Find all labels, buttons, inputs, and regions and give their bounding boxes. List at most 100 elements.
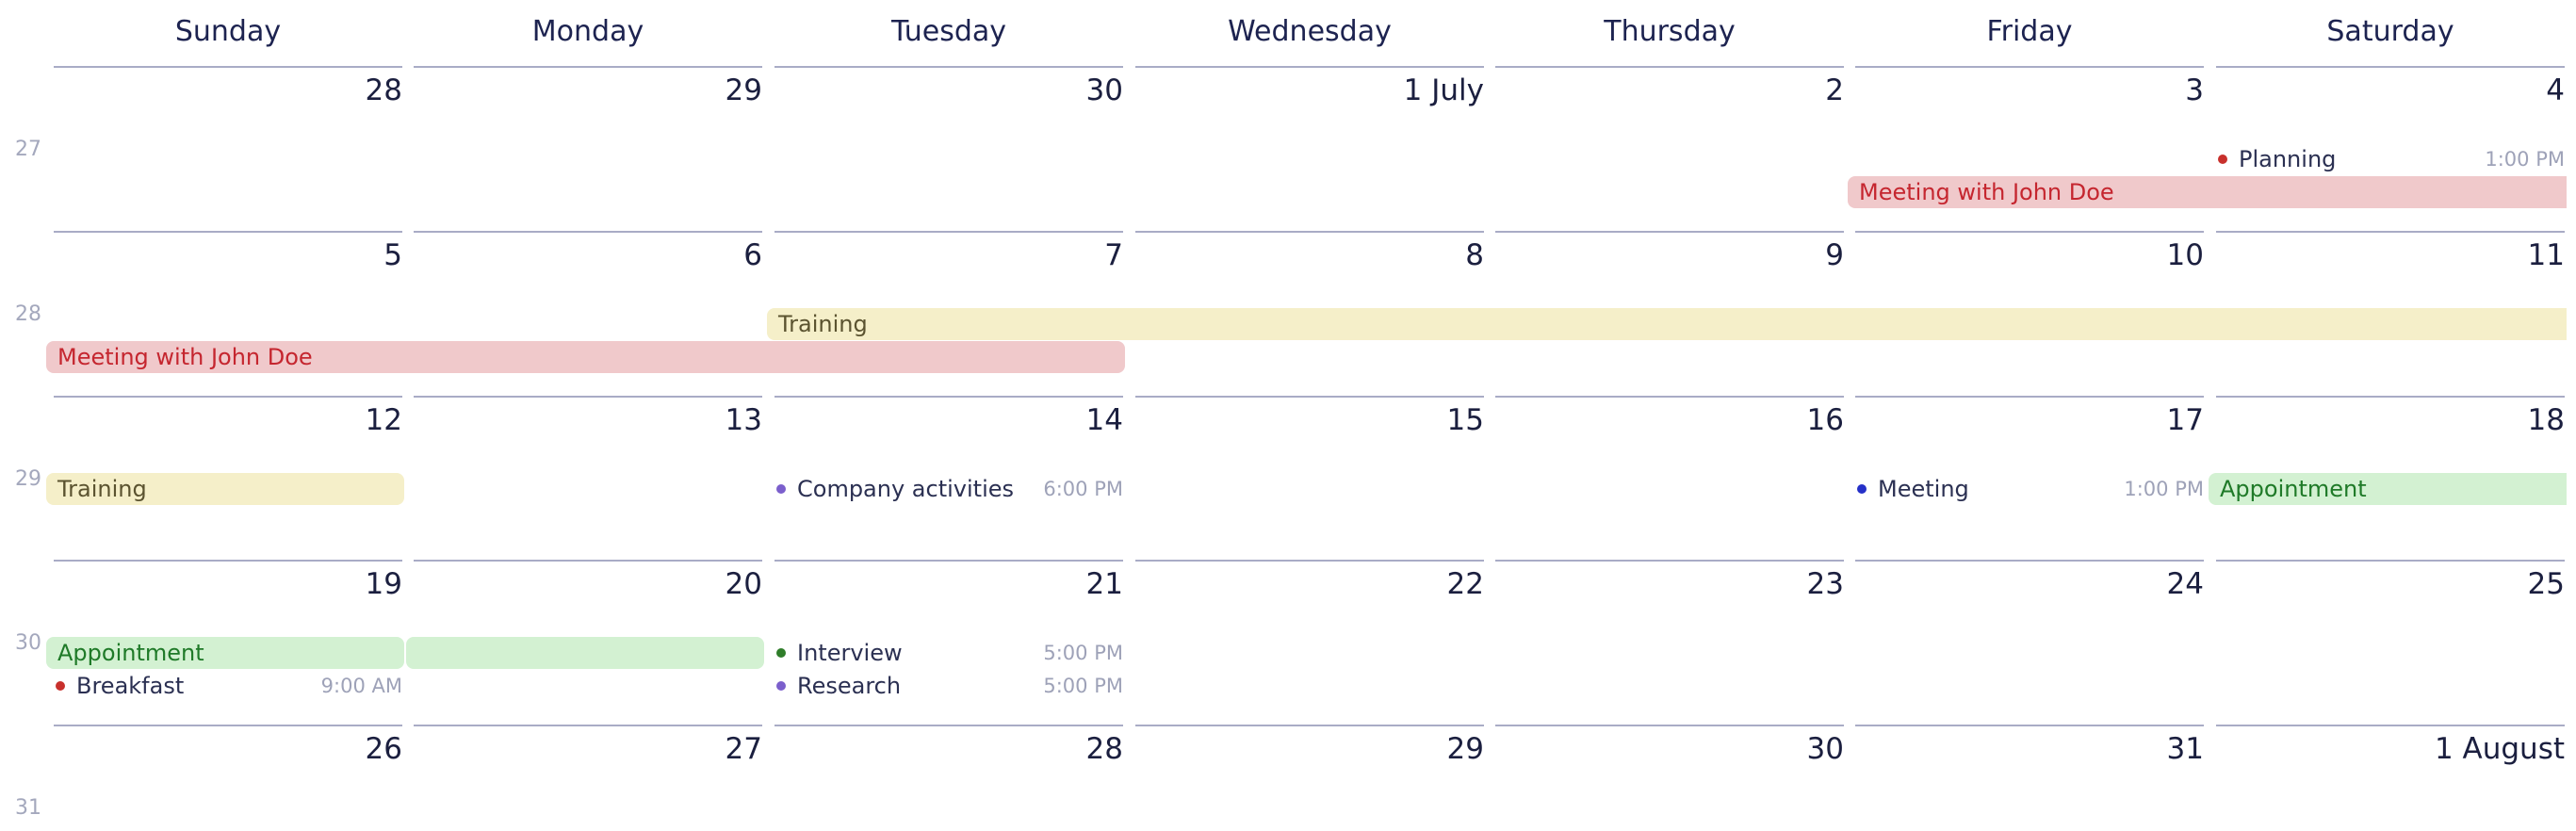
event-item[interactable]: Research 5:00 PM — [774, 670, 1123, 702]
day-cell-divider — [2216, 725, 2565, 726]
day-cell-divider — [1855, 66, 2204, 68]
week-number[interactable]: 31 — [15, 796, 41, 820]
date-number[interactable]: 10 — [1855, 238, 2204, 272]
date-number[interactable]: 23 — [1495, 567, 1844, 601]
week-number[interactable]: 30 — [15, 631, 41, 655]
day-cell-divider — [54, 725, 402, 726]
date-number[interactable]: 19 — [54, 567, 402, 601]
day-cell-divider — [1855, 725, 2204, 726]
event-title: Meeting — [1878, 476, 1969, 502]
date-number[interactable]: 8 — [1135, 238, 1484, 272]
date-number[interactable]: 20 — [414, 567, 762, 601]
date-number[interactable]: 26 — [54, 732, 402, 766]
date-number[interactable]: 3 — [1855, 73, 2204, 107]
date-number[interactable]: 1 July — [1135, 73, 1484, 107]
date-number[interactable]: 17 — [1855, 403, 2204, 437]
day-cell-divider — [774, 560, 1123, 562]
day-cell-divider — [414, 66, 762, 68]
event-bar[interactable]: Meeting with John Doe — [46, 341, 1125, 373]
day-cell-divider — [2216, 396, 2565, 398]
event-time: 5:00 PM — [1043, 642, 1123, 664]
event-title: Research — [797, 673, 902, 699]
event-title: Planning — [2239, 146, 2337, 172]
date-number[interactable]: 16 — [1495, 403, 1844, 437]
event-item[interactable]: Breakfast 9:00 AM — [54, 670, 402, 702]
date-number[interactable]: 13 — [414, 403, 762, 437]
week-number[interactable]: 27 — [15, 138, 41, 161]
event-dot-icon — [56, 681, 65, 691]
date-number[interactable]: 18 — [2216, 403, 2565, 437]
event-title: Breakfast — [76, 673, 185, 699]
event-bar[interactable] — [406, 637, 764, 669]
date-number[interactable]: 12 — [54, 403, 402, 437]
day-cell-divider — [774, 725, 1123, 726]
weekday-header-wednesday: Wednesday — [1228, 15, 1392, 48]
day-cell-divider — [774, 396, 1123, 398]
event-dot-icon — [776, 681, 786, 691]
day-cell-divider — [1855, 396, 2204, 398]
date-number[interactable]: 25 — [2216, 567, 2565, 601]
event-bar[interactable]: Training — [767, 308, 2567, 340]
date-number[interactable]: 30 — [774, 73, 1123, 107]
day-cell-divider — [1135, 66, 1484, 68]
date-number[interactable]: 31 — [1855, 732, 2204, 766]
date-number[interactable]: 21 — [774, 567, 1123, 601]
event-title: Company activities — [797, 476, 1015, 502]
day-cell-divider — [1495, 231, 1844, 233]
day-cell-divider — [774, 231, 1123, 233]
weekday-header-sunday: Sunday — [174, 15, 282, 48]
event-bar[interactable]: Appointment — [2209, 473, 2567, 505]
date-number[interactable]: 6 — [414, 238, 762, 272]
day-cell-divider — [414, 725, 762, 726]
date-number[interactable]: 15 — [1135, 403, 1484, 437]
date-number[interactable]: 9 — [1495, 238, 1844, 272]
day-cell-divider — [1855, 231, 2204, 233]
calendar-month-view: Sunday Monday Tuesday Wednesday Thursday Frid… — [0, 0, 2576, 831]
day-cell-divider — [54, 560, 402, 562]
event-item[interactable]: Planning 1:00 PM — [2216, 143, 2565, 175]
weekday-header-thursday: Thursday — [1604, 15, 1736, 48]
week-number[interactable]: 29 — [15, 467, 41, 491]
day-cell-divider — [54, 66, 402, 68]
date-number[interactable]: 5 — [54, 238, 402, 272]
weekday-header-tuesday: Tuesday — [890, 15, 1007, 48]
event-dot-icon — [2218, 155, 2227, 164]
weekday-header-friday: Friday — [1986, 15, 2073, 48]
event-bar[interactable]: Training — [46, 473, 404, 505]
date-number[interactable]: 30 — [1495, 732, 1844, 766]
day-cell-divider — [1495, 560, 1844, 562]
day-cell-divider — [1495, 725, 1844, 726]
date-number[interactable]: 29 — [414, 73, 762, 107]
event-item[interactable]: Meeting 1:00 PM — [1855, 473, 2204, 505]
event-bar[interactable]: Meeting with John Doe — [1848, 176, 2567, 208]
day-cell-divider — [1855, 560, 2204, 562]
day-cell-divider — [1135, 231, 1484, 233]
day-cell-divider — [1495, 396, 1844, 398]
date-number[interactable]: 24 — [1855, 567, 2204, 601]
date-number[interactable]: 2 — [1495, 73, 1844, 107]
week-number[interactable]: 28 — [15, 302, 41, 326]
event-bar[interactable]: Appointment — [46, 637, 404, 669]
day-cell-divider — [1495, 66, 1844, 68]
event-time: 1:00 PM — [2485, 148, 2565, 171]
date-number[interactable]: 11 — [2216, 238, 2565, 272]
date-number[interactable]: 29 — [1135, 732, 1484, 766]
day-cell-divider — [1135, 560, 1484, 562]
date-number[interactable]: 28 — [774, 732, 1123, 766]
date-number[interactable]: 4 — [2216, 73, 2565, 107]
date-number[interactable]: 1 August — [2216, 732, 2565, 766]
date-number[interactable]: 22 — [1135, 567, 1484, 601]
day-cell-divider — [414, 396, 762, 398]
day-cell-divider — [1135, 725, 1484, 726]
event-time: 9:00 AM — [320, 675, 402, 697]
date-number[interactable]: 28 — [54, 73, 402, 107]
event-time: 6:00 PM — [1043, 478, 1123, 500]
event-item[interactable]: Interview 5:00 PM — [774, 637, 1123, 669]
day-cell-divider — [774, 66, 1123, 68]
day-cell-divider — [2216, 231, 2565, 233]
event-item[interactable]: Company activities 6:00 PM — [774, 473, 1123, 505]
date-number[interactable]: 7 — [774, 238, 1123, 272]
date-number[interactable]: 14 — [774, 403, 1123, 437]
day-cell-divider — [414, 560, 762, 562]
date-number[interactable]: 27 — [414, 732, 762, 766]
